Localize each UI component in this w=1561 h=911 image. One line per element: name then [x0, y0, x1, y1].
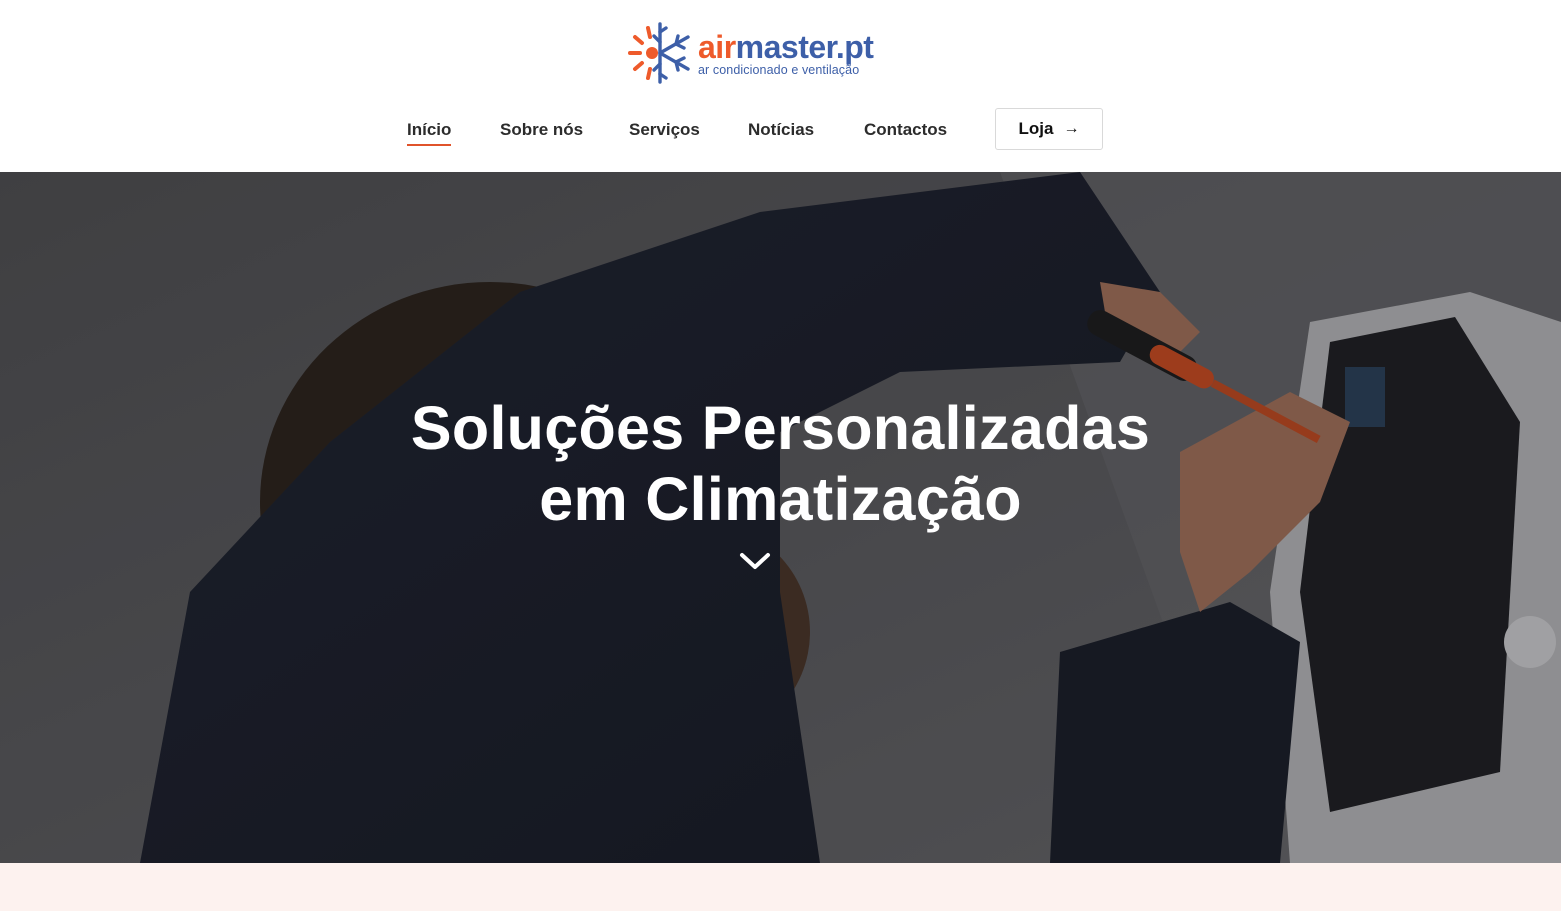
shop-button[interactable]: Loja →	[995, 108, 1103, 150]
brand-tagline: ar condicionado e ventilação	[698, 62, 860, 77]
nav-item-servicos[interactable]: Serviços	[629, 120, 700, 140]
brand-name-master: master.pt	[735, 28, 874, 65]
brand-logo[interactable]: airmaster.pt ar condicionado e ventilaçã…	[626, 18, 896, 88]
nav-item-contactos[interactable]: Contactos	[864, 120, 947, 140]
chevron-down-icon	[740, 553, 770, 569]
site-header: airmaster.pt ar condicionado e ventilaçã…	[0, 0, 1561, 172]
nav-item-sobre-nos[interactable]: Sobre nós	[500, 120, 583, 140]
snowflake-sun-logo-icon	[628, 22, 690, 84]
main-nav: Início Sobre nós Serviços Notícias Conta…	[0, 108, 1561, 152]
brand-name-air: air	[698, 28, 736, 65]
nav-item-noticias[interactable]: Notícias	[748, 120, 814, 140]
logo-text: airmaster.pt ar condicionado e ventilaçã…	[698, 28, 874, 77]
scroll-down-button[interactable]	[737, 546, 773, 576]
hero-section: Soluções Personalizadas em Climatização	[0, 172, 1561, 863]
hero-title-line-2: em Climatização	[539, 464, 1022, 533]
hero-title-line-1: Soluções Personalizadas	[410, 393, 1151, 462]
brand-name: airmaster.pt	[698, 28, 874, 65]
arrow-right-icon: →	[1063, 120, 1080, 137]
shop-button-label: Loja	[1018, 119, 1054, 138]
nav-item-inicio[interactable]: Início	[407, 120, 452, 146]
hero-title: Soluções Personalizadas em Climatização	[0, 393, 1561, 535]
next-section-band	[0, 863, 1561, 911]
